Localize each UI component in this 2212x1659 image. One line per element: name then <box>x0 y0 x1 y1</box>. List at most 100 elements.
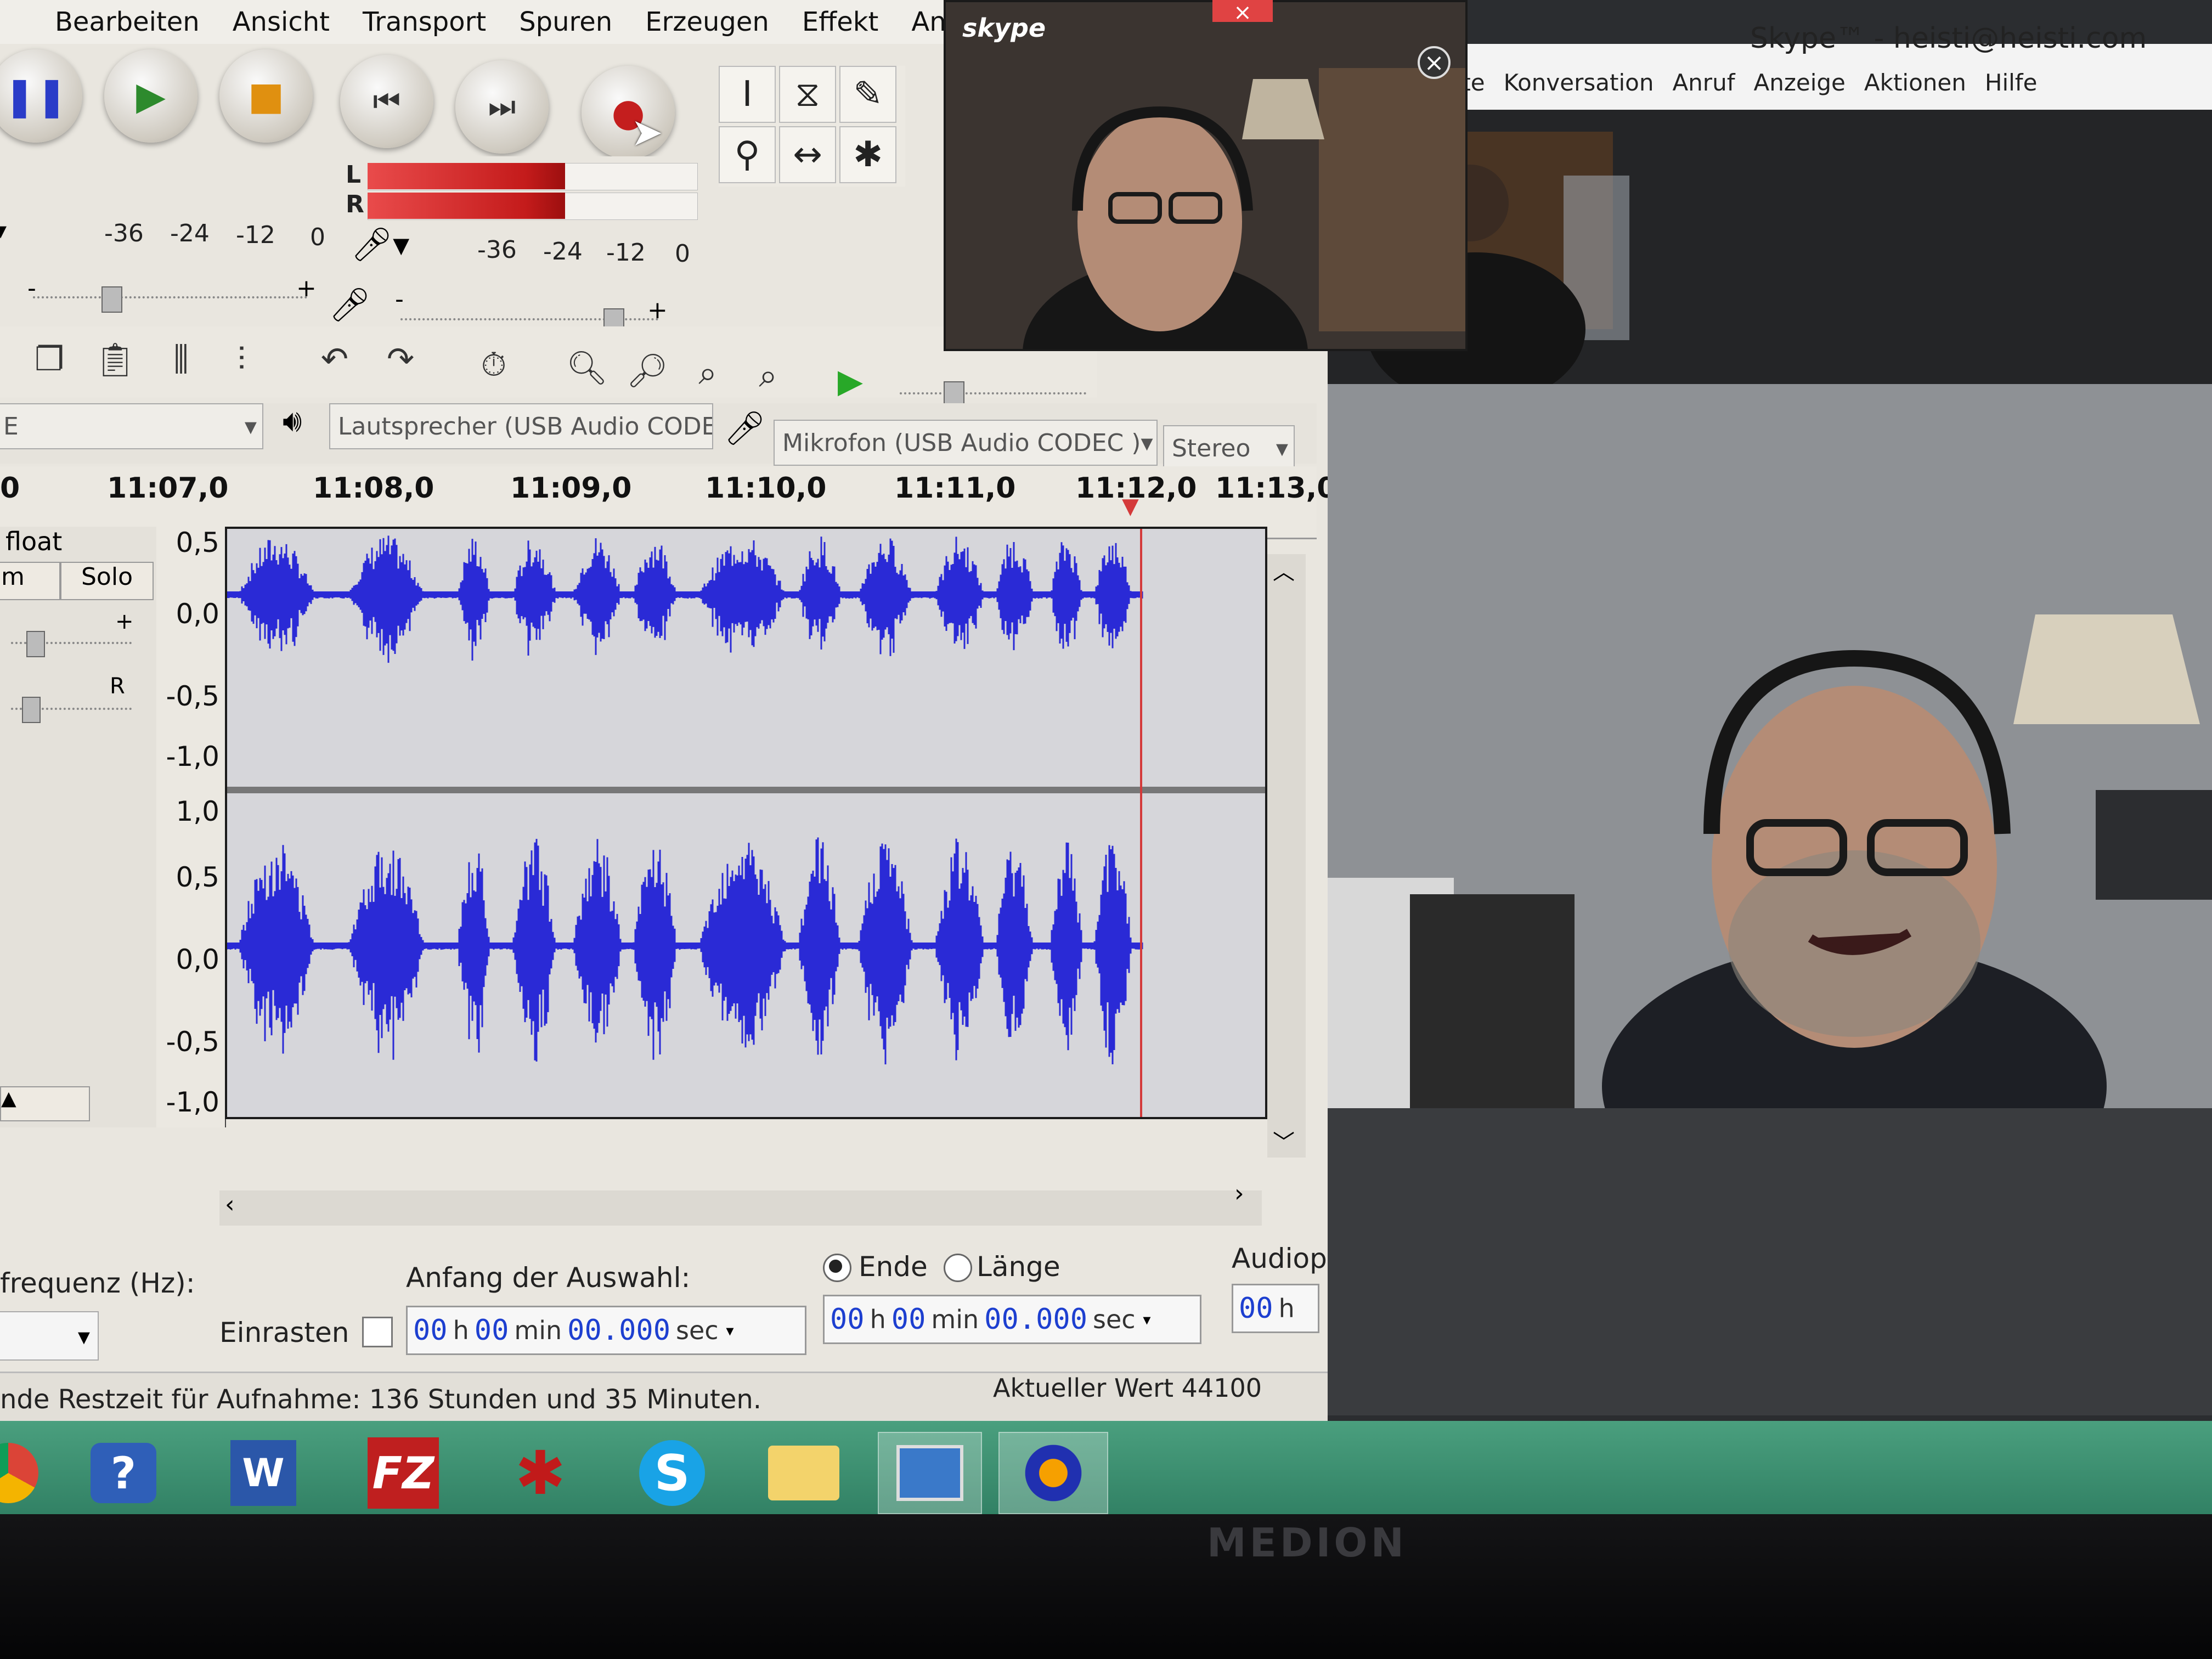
playback-device-dropdown[interactable]: Lautsprecher (USB Audio CODE▾ <box>329 403 713 449</box>
skip-start-button[interactable]: ⏮ <box>340 55 433 148</box>
start-hours: 00 <box>413 1314 448 1347</box>
audio-position-time[interactable]: 00 h <box>1232 1284 1319 1333</box>
copy-icon[interactable]: ❐ <box>16 332 82 387</box>
play-speed-slider[interactable] <box>900 392 1086 394</box>
mute-button[interactable]: m <box>0 562 60 600</box>
undo-icon[interactable]: ↶ <box>302 332 368 387</box>
frequency-dropdown[interactable]: ▾ <box>0 1311 99 1361</box>
ruler-tick: 11:08,0 <box>313 472 435 505</box>
skype-menu-anzeige[interactable]: Anzeige <box>1753 69 1845 96</box>
pan-right-label: R <box>110 674 125 699</box>
scroll-right-icon[interactable]: › <box>1234 1180 1244 1207</box>
menu-transport[interactable]: Transport <box>363 7 486 37</box>
playhead-marker-icon[interactable]: ▼ <box>1122 494 1139 519</box>
file-explorer-icon[interactable] <box>763 1432 845 1514</box>
play-at-speed-icon[interactable]: ▶ <box>817 354 883 409</box>
y-tick: 1,0 <box>176 795 219 827</box>
selection-tool-icon[interactable]: I <box>719 66 776 123</box>
scroll-down-icon[interactable]: ﹀ <box>1273 1125 1295 1156</box>
audacity-taskbar-icon[interactable] <box>998 1432 1108 1514</box>
skype-menu-hilfe[interactable]: Hilfe <box>1985 69 2038 96</box>
channels-dropdown[interactable]: Stereo ▾ <box>1163 425 1295 471</box>
horizontal-scrollbar[interactable]: ‹ › <box>219 1180 1262 1226</box>
y-tick: 0,5 <box>176 527 219 558</box>
record-meter-mic-icon[interactable]: 🎤︎▾ <box>351 225 409 264</box>
menu-effekt[interactable]: Effekt <box>802 7 879 37</box>
filezilla-icon[interactable]: FZ <box>362 1432 444 1514</box>
audacity-menubar: Bearbeiten Ansicht Transport Spuren Erze… <box>0 0 1015 44</box>
length-radio[interactable] <box>944 1254 972 1282</box>
gain-slider-thumb[interactable] <box>26 631 45 657</box>
menu-ansicht[interactable]: Ansicht <box>233 7 330 37</box>
waveform-svg <box>227 529 1265 1117</box>
redo-icon[interactable]: ↷ <box>368 332 433 387</box>
menu-spuren[interactable]: Spuren <box>519 7 612 37</box>
fit-selection-icon[interactable]: ⌕ <box>675 346 741 400</box>
fit-project-icon[interactable]: ⌕ <box>735 348 801 403</box>
zoom-out-icon[interactable]: 🔎︎ <box>614 343 680 398</box>
length-label: Länge <box>977 1251 1060 1283</box>
ruler-tick: 11:09,0 <box>510 472 632 505</box>
end-radio[interactable] <box>823 1254 851 1282</box>
skype-taskbar-icon[interactable]: S <box>631 1432 713 1514</box>
zoom-tool-icon[interactable]: ⚲ <box>719 126 776 183</box>
playback-tick: -36 <box>104 219 144 247</box>
sync-lock-icon[interactable]: ⏱ <box>461 337 527 392</box>
popup-video-scene <box>946 2 1465 349</box>
menu-bearbeiten[interactable]: Bearbeiten <box>55 7 200 37</box>
silence-icon[interactable]: ⫶ <box>208 332 274 387</box>
monitor-screen: Bearbeiten Ansicht Transport Spuren Erze… <box>0 0 2212 1514</box>
skip-end-button[interactable]: ⏭ <box>455 60 549 154</box>
collapse-track-button[interactable]: ▲ <box>0 1086 90 1121</box>
puzzle-app-icon[interactable]: ✱ <box>499 1432 582 1514</box>
playback-meter-dropdown[interactable]: ▾ <box>0 217 66 250</box>
envelope-tool-icon[interactable]: ⧖ <box>779 66 836 123</box>
chrome-icon[interactable] <box>0 1432 49 1514</box>
draw-tool-icon[interactable]: ✎ <box>839 66 896 123</box>
unit-min: min <box>931 1305 979 1334</box>
scroll-up-icon[interactable]: ︿ <box>1273 554 1295 586</box>
close-icon[interactable]: × <box>1418 46 1451 79</box>
unit-h: h <box>453 1316 469 1345</box>
vertical-scrollbar[interactable]: ︿ ﹀ <box>1267 554 1306 1158</box>
timeshift-tool-icon[interactable]: ↔ <box>779 126 836 183</box>
host-dropdown[interactable]: E ▾ <box>0 403 263 449</box>
selection-start-time[interactable]: 00 h 00 min 00.000 sec ▾ <box>406 1306 806 1355</box>
word-icon[interactable]: W <box>222 1432 304 1514</box>
pan-slider-thumb[interactable] <box>22 697 41 723</box>
playback-volume-slider[interactable] <box>33 296 307 298</box>
skype-menu-aktionen[interactable]: Aktionen <box>1864 69 1966 96</box>
scroll-left-icon[interactable]: ‹ <box>225 1190 235 1218</box>
zoom-in-icon[interactable]: 🔍︎ <box>554 340 620 395</box>
unit-sec: sec <box>676 1316 719 1345</box>
menu-erzeugen[interactable]: Erzeugen <box>645 7 769 37</box>
selection-end-time[interactable]: 00 h 00 min 00.000 sec ▾ <box>823 1295 1201 1344</box>
play-button[interactable]: ▶ <box>104 49 198 143</box>
skype-menu-konversation[interactable]: Konversation <box>1504 69 1654 96</box>
stop-button[interactable]: ■ <box>219 49 313 143</box>
record-device-dropdown[interactable]: Mikrofon (USB Audio CODEC ) ▾ <box>774 420 1158 466</box>
skype-menu-anruf[interactable]: Anruf <box>1672 69 1735 96</box>
windows-taskbar: ? W FZ ✱ S <box>0 1421 2212 1514</box>
snap-label: Einrasten <box>219 1317 349 1348</box>
help-icon[interactable]: ? <box>82 1432 165 1514</box>
skip-end-icon: ⏭ <box>488 89 516 125</box>
stop-icon: ■ <box>247 74 285 119</box>
multi-tool-icon[interactable]: ✱ <box>839 126 896 183</box>
meter-channel-left: L <box>346 161 362 189</box>
remote-video-scene <box>1328 384 2212 1108</box>
record-volume-minus: - <box>395 285 404 313</box>
playback-volume-thumb[interactable] <box>101 286 122 313</box>
snap-checkbox[interactable] <box>362 1317 393 1347</box>
paste-icon[interactable]: 📋︎ <box>82 332 148 387</box>
network-app-icon[interactable] <box>878 1432 982 1514</box>
ruler-tick: 11:10,0 <box>705 472 827 505</box>
trim-icon[interactable]: ⫼ <box>148 332 214 387</box>
solo-button[interactable]: Solo <box>60 562 154 600</box>
y-tick: 0,0 <box>176 598 219 630</box>
window-close-button[interactable]: × <box>1212 0 1273 25</box>
waveform-area[interactable] <box>225 527 1267 1119</box>
pause-button[interactable]: ❚❚ <box>0 49 82 143</box>
y-tick: 0,5 <box>176 861 219 893</box>
unit-h: h <box>870 1305 886 1334</box>
